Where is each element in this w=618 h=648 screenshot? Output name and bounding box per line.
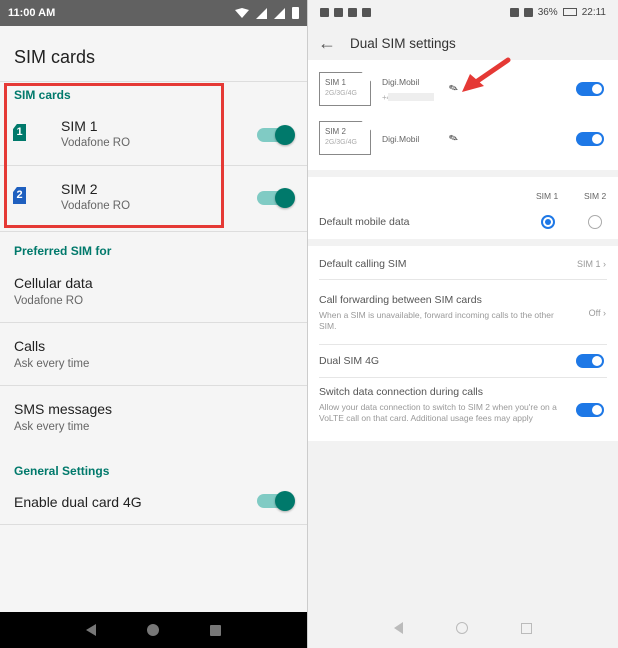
sim-1-toggle[interactable]: [576, 82, 604, 96]
emui-dual-sim-screen: 36% 22:11 ← Dual SIM settings SIM 1 2G/3…: [308, 0, 618, 648]
sim-1-card-icon: SIM 1 2G/3G/4G: [319, 72, 371, 106]
divider: [0, 524, 307, 525]
back-icon[interactable]: [394, 622, 404, 634]
status-time: 22:11: [581, 6, 606, 18]
sim-2-toggle[interactable]: [576, 132, 604, 146]
pref-title: Calls: [14, 338, 46, 354]
dual-card-4g-row[interactable]: Enable dual card 4G: [14, 494, 142, 510]
signal-icon: [274, 7, 285, 19]
nav-bar: [0, 612, 307, 648]
divider: [319, 344, 607, 345]
switch-data-toggle[interactable]: [576, 403, 604, 417]
back-icon[interactable]: [85, 624, 96, 636]
signal-icon: [256, 7, 267, 19]
notification-icon: [362, 7, 371, 17]
nav-bar: [308, 608, 618, 648]
radio-sim1[interactable]: [541, 215, 555, 229]
home-icon[interactable]: [455, 622, 468, 634]
dual-sim-4g-toggle[interactable]: [576, 354, 604, 368]
status-bar: 11:00 AM: [0, 0, 307, 26]
status-time: 11:00 AM: [8, 7, 56, 19]
divider: [0, 231, 307, 232]
pref-subtitle: Vodafone RO: [14, 295, 84, 307]
divider: [0, 385, 307, 386]
android-sim-screen: 11:00 AM SIM cards SIM cards 1 SIM 1 Vod…: [0, 0, 307, 648]
switch-data-label: Switch data connection during calls: [319, 386, 484, 398]
home-icon[interactable]: [146, 624, 159, 636]
default-data-label: Default mobile data: [319, 216, 410, 228]
page-title: Dual SIM settings: [350, 35, 456, 51]
pref-title: Cellular data: [14, 275, 93, 291]
redacted-number: [388, 93, 434, 101]
default-data-card: SIM 1 SIM 2 Default mobile data: [308, 177, 618, 239]
divider: [0, 322, 307, 323]
edit-sim-2-icon[interactable]: ✎: [447, 131, 460, 146]
pref-sms[interactable]: SMS messages Ask every time: [14, 401, 112, 433]
section-general-settings: General Settings: [14, 464, 110, 478]
pref-calls[interactable]: Calls Ask every time: [14, 338, 89, 370]
battery-icon: [292, 7, 299, 19]
call-forwarding-desc: When a SIM is unavailable, forward incom…: [319, 310, 554, 331]
call-forwarding-value[interactable]: Off ›: [589, 308, 606, 318]
nfc-icon: [509, 7, 519, 17]
radio-sim2[interactable]: [588, 215, 602, 229]
sim-1-carrier: Digi.Mobil: [382, 77, 420, 87]
section-preferred-sim: Preferred SIM for: [14, 244, 112, 258]
pref-subtitle: Ask every time: [14, 421, 90, 433]
col-sim1: SIM 1: [536, 191, 559, 201]
pref-title: Enable dual card 4G: [14, 494, 142, 510]
wifi-icon: [235, 8, 249, 18]
call-forwarding-label[interactable]: Call forwarding between SIM cards: [319, 294, 482, 306]
wifi-icon: [320, 7, 329, 17]
back-arrow-icon[interactable]: ←: [318, 33, 336, 54]
default-calling-label[interactable]: Default calling SIM: [319, 258, 407, 270]
dual-sim-4g-label: Dual SIM 4G: [319, 355, 380, 367]
col-sim2: SIM 2: [584, 191, 607, 201]
dual-4g-toggle[interactable]: [257, 491, 295, 511]
sim-2-toggle[interactable]: [257, 188, 295, 208]
signal-icon: [334, 7, 343, 17]
alarm-icon: [523, 7, 533, 17]
recents-icon[interactable]: [520, 622, 532, 634]
page-title: SIM cards: [0, 34, 307, 82]
highlight-box: [4, 83, 224, 228]
sim-2-carrier: Digi.Mobil: [382, 134, 420, 144]
recents-icon[interactable]: [210, 624, 222, 636]
signal-icon: [348, 7, 357, 17]
divider: [319, 279, 607, 280]
battery-icon: [562, 8, 577, 16]
pref-subtitle: Ask every time: [14, 358, 90, 370]
sim-2-card-icon: SIM 2 2G/3G/4G: [319, 121, 371, 155]
settings-card: Default calling SIM SIM 1 › Call forward…: [308, 246, 618, 441]
pref-cellular-data[interactable]: Cellular data Vodafone RO: [14, 275, 93, 307]
annotation-arrow-icon: [462, 57, 511, 92]
pref-title: SMS messages: [14, 401, 113, 417]
default-calling-value[interactable]: SIM 1 ›: [577, 259, 606, 269]
battery-percent: 36%: [537, 6, 558, 18]
sim-1-toggle[interactable]: [257, 125, 295, 145]
divider: [319, 377, 607, 378]
status-bar: 36% 22:11: [308, 0, 618, 24]
switch-data-desc: Allow your data connection to switch to …: [319, 402, 557, 423]
